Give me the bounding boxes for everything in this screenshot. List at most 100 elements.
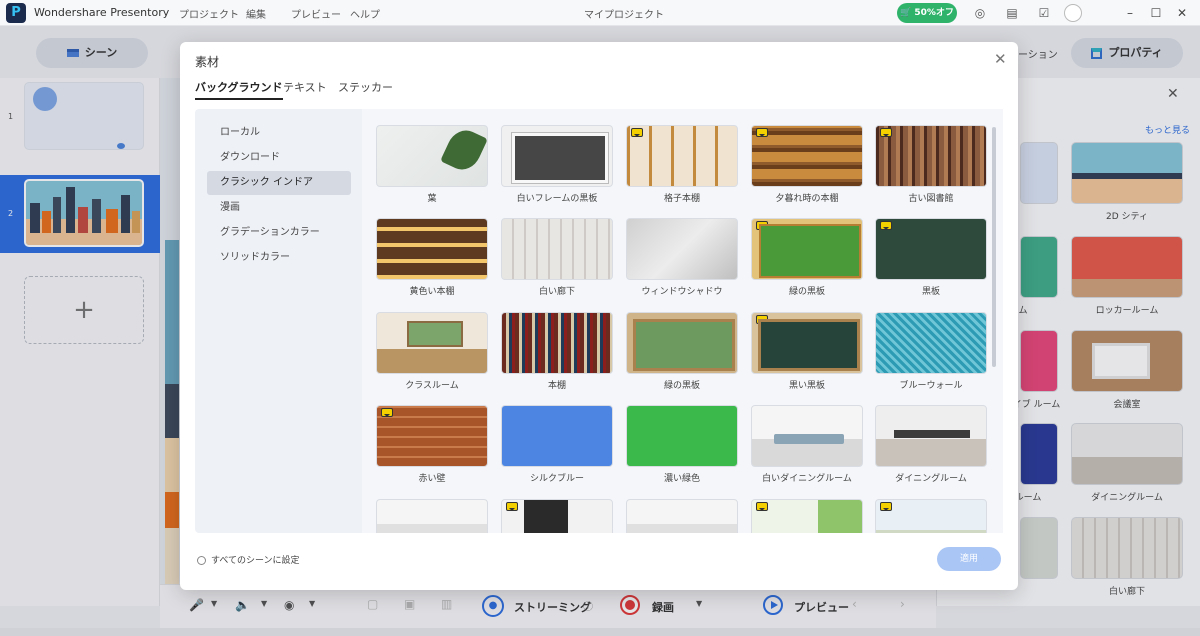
bg-thumbnail (501, 499, 613, 533)
material-panel: ローカル ダウンロード クラシック インドア 漫画 グラデーションカラー ソリッ… (195, 109, 1003, 533)
premium-crown-icon (631, 128, 643, 137)
bg-item[interactable]: 本棚 (501, 312, 613, 391)
bg-thumbnail (626, 312, 738, 374)
message-icon[interactable]: ▤ (1003, 4, 1021, 22)
title-bar: P Wondershare Presentory プロジェクト 編集 プレビュー… (0, 0, 1200, 26)
category-solid[interactable]: ソリッドカラー (207, 246, 351, 270)
bg-item-label: 古い図書館 (908, 194, 954, 204)
premium-crown-icon (880, 221, 892, 230)
bg-item[interactable]: 黒い黒板 (751, 312, 863, 391)
category-classic-indoor[interactable]: クラシック インドア (207, 171, 351, 195)
bg-item-label: 黄色い本棚 (409, 287, 455, 297)
apply-button[interactable]: 適用 (937, 547, 1001, 571)
menu-help[interactable]: ヘルプ (350, 6, 380, 21)
bg-item[interactable]: ウィンドウシャドウ (626, 218, 738, 297)
project-title: マイプロジェクト (584, 10, 664, 21)
bg-item-label: シルクブルー (529, 474, 584, 484)
premium-crown-icon (381, 408, 393, 417)
bg-item[interactable]: 緑の黒板 (626, 312, 738, 391)
minimize-icon[interactable]: – (1121, 4, 1139, 22)
bg-item[interactable]: 黒板 (875, 218, 987, 297)
scrollbar[interactable] (992, 127, 996, 367)
premium-crown-icon (506, 502, 518, 511)
bg-item[interactable] (501, 499, 613, 533)
menu-preview[interactable]: プレビュー (291, 6, 341, 21)
bg-item-label: 黒い黒板 (788, 381, 825, 391)
close-icon[interactable]: ✕ (994, 50, 1007, 68)
bg-thumbnail (875, 312, 987, 374)
bg-thumbnail (376, 218, 488, 280)
bg-item[interactable]: 白いフレームの黒板 (501, 125, 613, 204)
bg-thumbnail (501, 405, 613, 467)
bg-item[interactable]: ダイニングルーム (875, 405, 987, 484)
bg-thumbnail (875, 499, 987, 533)
feedback-icon[interactable]: ☑ (1035, 4, 1053, 22)
bg-item-label: ダイニングルーム (895, 474, 967, 484)
premium-crown-icon (756, 221, 768, 230)
bg-item-label: 白いダイニングルーム (762, 474, 852, 484)
bg-item-label: クラスルーム (405, 381, 459, 391)
bg-item[interactable]: 緑の黒板 (751, 218, 863, 297)
premium-crown-icon (880, 502, 892, 511)
record-target-icon[interactable]: ◎ (971, 4, 989, 22)
bg-item[interactable] (751, 499, 863, 533)
avatar[interactable] (1064, 4, 1082, 22)
apply-all-label: すべてのシーンに設定 (211, 556, 300, 566)
bg-item-label: 本棚 (547, 381, 566, 391)
bg-thumbnail (751, 125, 863, 187)
bg-item[interactable]: 白い廊下 (501, 218, 613, 297)
bg-item[interactable] (875, 499, 987, 533)
maximize-icon[interactable]: ☐ (1147, 4, 1165, 22)
bg-item-label: 白いフレームの黒板 (516, 194, 598, 204)
tab-background[interactable]: バックグラウンド (195, 79, 283, 100)
bg-item[interactable]: シルクブルー (501, 405, 613, 484)
menu-project[interactable]: プロジェクト (179, 6, 239, 21)
app-logo-icon: P (6, 3, 26, 23)
bg-thumbnail (626, 218, 738, 280)
menu-edit[interactable]: 編集 (246, 6, 266, 21)
premium-crown-icon (756, 315, 768, 324)
bg-item[interactable]: 格子本棚 (626, 125, 738, 204)
bg-thumbnail (376, 312, 488, 374)
bg-item[interactable]: 濃い緑色 (626, 405, 738, 484)
category-download[interactable]: ダウンロード (207, 146, 351, 170)
sale-badge[interactable]: 🛒 50%オフ (897, 3, 957, 23)
bg-item[interactable]: 夕暮れ時の本棚 (751, 125, 863, 204)
category-comic[interactable]: 漫画 (207, 196, 351, 220)
bg-thumbnail (875, 125, 987, 187)
premium-crown-icon (756, 502, 768, 511)
bg-thumbnail (751, 499, 863, 533)
bg-item-label: 白い廊下 (538, 287, 575, 297)
bg-thumbnail (501, 218, 613, 280)
bg-item[interactable]: クラスルーム (376, 312, 488, 391)
bg-item[interactable]: 黄色い本棚 (376, 218, 488, 297)
bg-item-label: 夕暮れ時の本棚 (775, 194, 839, 204)
bg-item[interactable]: 古い図書館 (875, 125, 987, 204)
bg-item-label: 格子本棚 (663, 194, 700, 204)
material-dialog: 素材 ✕ バックグラウンド テキスト ステッカー ローカル ダウンロード クラシ… (180, 42, 1018, 590)
bg-thumbnail (751, 218, 863, 280)
bg-item[interactable] (376, 499, 488, 533)
category-gradient[interactable]: グラデーションカラー (207, 221, 351, 245)
bg-item-label: 葉 (427, 194, 437, 204)
bg-item-label: ウィンドウシャドウ (641, 287, 723, 297)
app-title: Wondershare Presentory (34, 6, 170, 19)
dialog-title: 素材 (195, 55, 220, 69)
tab-text[interactable]: テキスト (283, 79, 327, 95)
category-list: ローカル ダウンロード クラシック インドア 漫画 グラデーションカラー ソリッ… (195, 109, 362, 533)
bg-item-label: 緑の黒板 (663, 381, 700, 391)
category-local[interactable]: ローカル (207, 121, 351, 145)
bg-thumbnail (501, 125, 613, 187)
close-window-icon[interactable]: ✕ (1173, 4, 1191, 22)
bg-item-label: 黒板 (921, 287, 940, 297)
bg-item[interactable]: 白いダイニングルーム (751, 405, 863, 484)
bg-item[interactable]: ブルーウォール (875, 312, 987, 391)
apply-all-checkbox[interactable] (197, 556, 206, 565)
tab-sticker[interactable]: ステッカー (338, 79, 393, 95)
bg-thumbnail (376, 125, 488, 187)
bg-item-label: 赤い壁 (418, 474, 446, 484)
apply-all-scenes[interactable]: すべてのシーンに設定 (197, 553, 300, 566)
bg-item[interactable]: 葉 (376, 125, 488, 204)
bg-item[interactable] (626, 499, 738, 533)
bg-item[interactable]: 赤い壁 (376, 405, 488, 484)
